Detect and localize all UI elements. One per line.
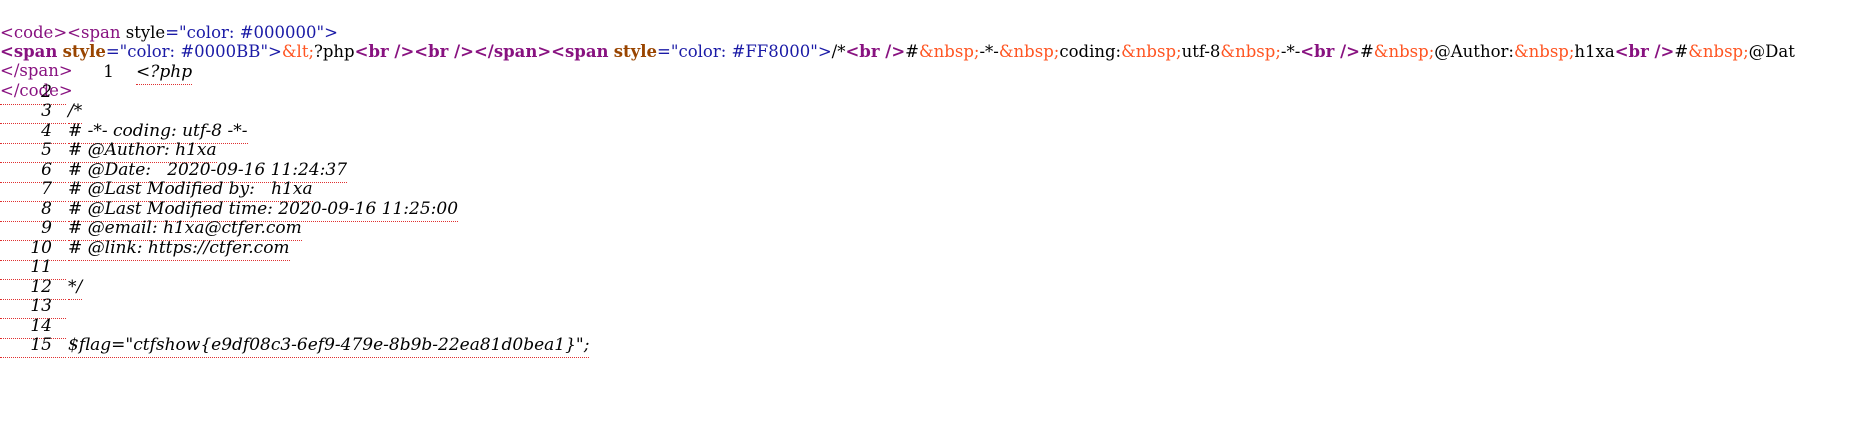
br-tag-end: /> [1648,42,1675,61]
entity: &nbsp; [1688,42,1749,61]
attr-close: "> [260,42,282,61]
br-tag: <br [1300,42,1335,61]
entity: &nbsp; [1121,42,1182,61]
text: -*- [1280,42,1301,61]
entity: &nbsp; [1220,42,1281,61]
attr-eq: =" [105,42,128,61]
text: # [905,42,919,61]
br-tag: <br [354,42,389,61]
br-tag-end: /> [879,42,906,61]
code-text: $flag="ctfshow{e9df08c3-6ef9-479e-8b9b-2… [68,334,590,358]
br-tag: <br [414,42,449,61]
span-open-tag: <span [551,42,609,61]
entity: &nbsp; [1373,42,1435,61]
highlighted-code-block: 1 <?php 2 3/* 4 # -*- coding: utf-8 -*- 5 # @Au… [0,62,1850,426]
br-tag: <br [845,42,880,61]
br-tag-end: /> [1334,42,1360,61]
text: ?php [314,42,355,61]
code-line: 15 $flag="ctfshow{e9df08c3-6ef9-479e-8b9b… [0,335,1850,362]
text: # [1359,42,1374,61]
entity: &nbsp; [918,42,980,61]
attr-eq: =" [657,42,679,61]
text: /* [831,42,846,61]
text: # [1674,42,1689,61]
view-source-line-2: <span style="color: #0000BB">&lt;?php<br… [0,19,1795,61]
text: h1xa [1574,42,1615,61]
attr-close: "> [810,42,832,61]
code-text: */ [68,276,83,300]
entity: &lt; [281,42,315,61]
text: @Author: [1434,42,1514,61]
line-number: 1 [103,62,114,82]
code-text: # @link: https://ctfer.com [68,237,290,261]
br-tag-end: /> [388,42,415,61]
attr-value: color: #FF8000 [678,42,811,61]
text: @Dat [1748,42,1795,61]
span-close-tag: </span> [473,42,552,61]
br-tag-end: /> [448,42,474,61]
text: coding: [1059,42,1122,61]
attr-value: color: #0000BB [127,42,261,61]
entity: &nbsp; [1513,42,1575,61]
view-source-line-3: </span> [0,38,73,80]
text: utf-8 [1181,42,1221,61]
attr-name: style [613,42,658,61]
code-text: <?php [136,61,193,85]
line-number: 15 [0,334,66,358]
br-tag: <br [1614,42,1649,61]
entity: &nbsp; [998,42,1060,61]
text: -*- [979,42,999,61]
